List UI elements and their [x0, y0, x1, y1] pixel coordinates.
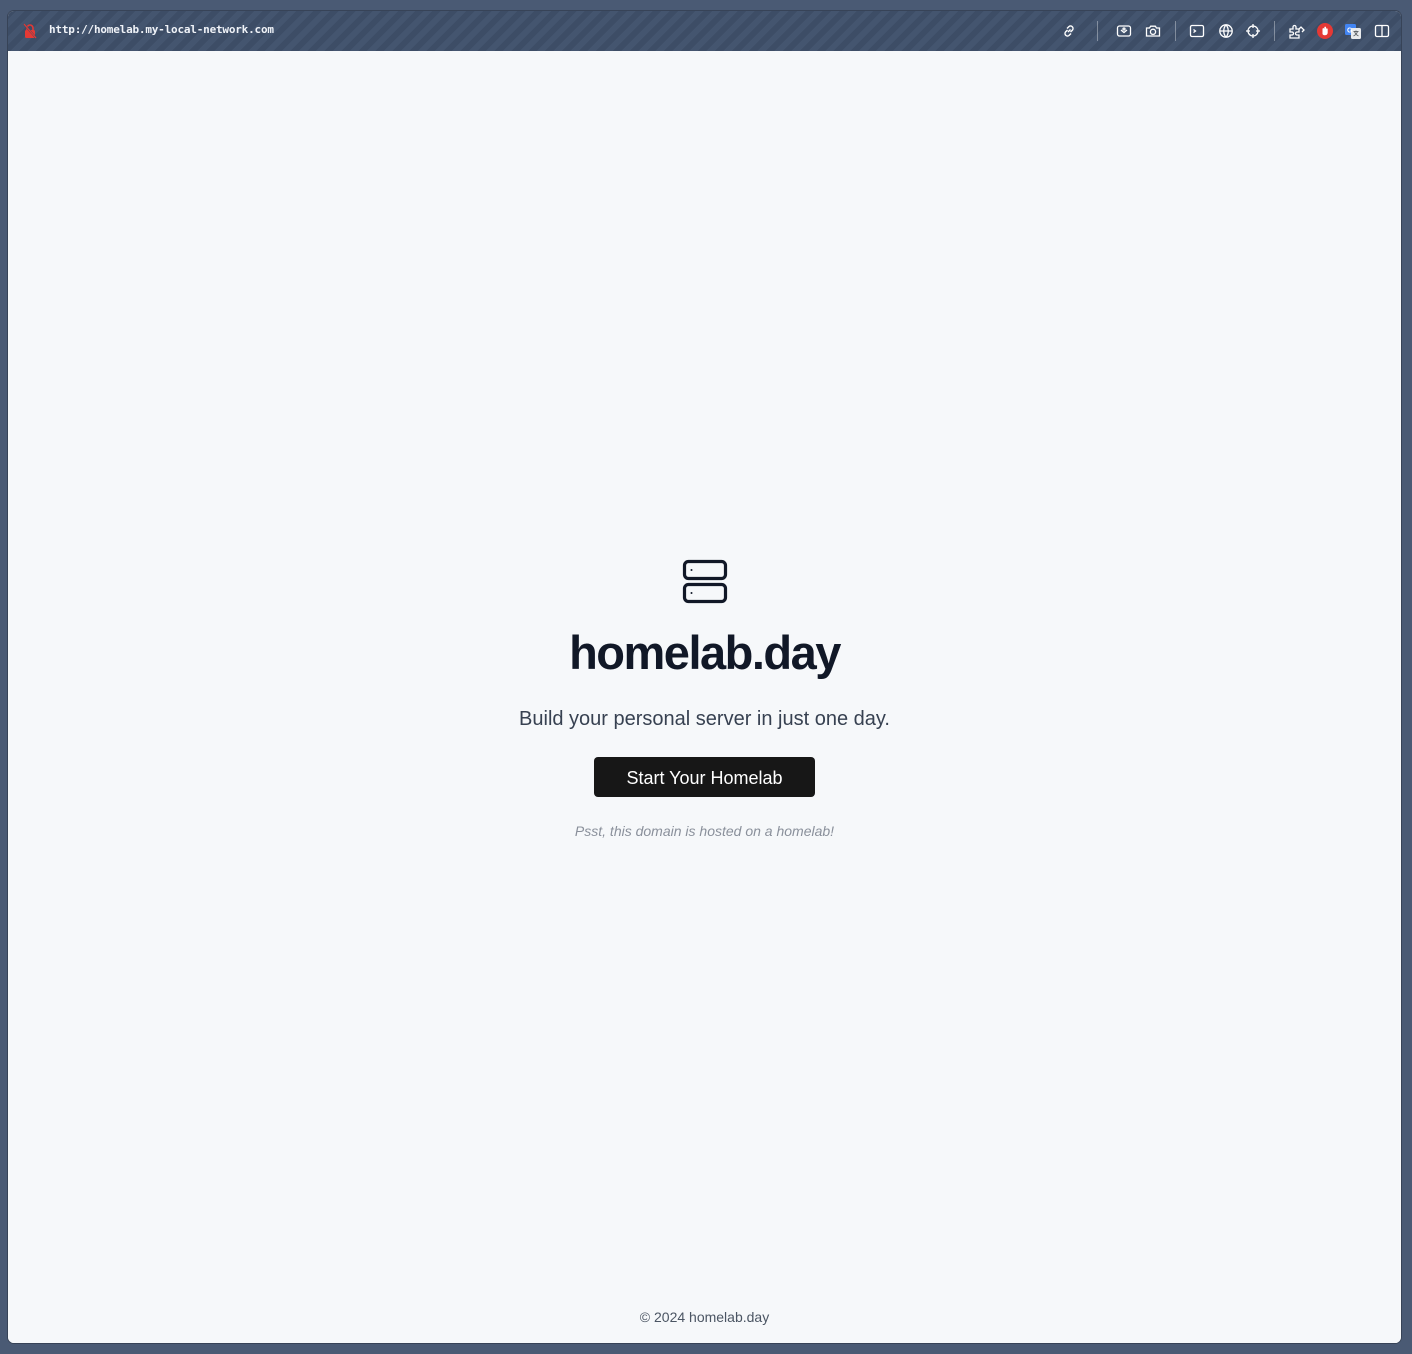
browser-window: http://homelab.my-local-network.com G ho…: [8, 11, 1401, 1343]
crosshair-icon[interactable]: [1244, 22, 1262, 40]
ublock-icon[interactable]: [1316, 22, 1334, 40]
start-homelab-button[interactable]: Start Your Homelab: [594, 757, 815, 797]
extensions-icon[interactable]: [1288, 22, 1306, 40]
server-icon: [682, 559, 727, 604]
svg-text:G: G: [1347, 28, 1353, 35]
globe-icon[interactable]: [1217, 22, 1235, 40]
toolbar-divider: [1274, 21, 1275, 41]
tagline: Build your personal server in just one d…: [519, 708, 890, 730]
terminal-icon[interactable]: [1188, 22, 1206, 40]
sidebar-toggle-icon[interactable]: [1373, 22, 1391, 40]
translate-icon[interactable]: G: [1344, 22, 1362, 40]
hero-section: homelab.day Build your personal server i…: [8, 559, 1401, 839]
screenshot-icon[interactable]: [1115, 22, 1133, 40]
footer-copyright: © 2024 homelab.day: [639, 1309, 770, 1325]
address-bar-url[interactable]: http://homelab.my-local-network.com: [49, 23, 274, 36]
hosting-note: Psst, this domain is hosted on a homelab…: [574, 823, 835, 839]
browser-toolbar: http://homelab.my-local-network.com G: [8, 11, 1401, 51]
toolbar-divider: [1175, 21, 1176, 41]
page-title: homelab.day: [569, 626, 841, 679]
toolbar-divider: [1097, 21, 1098, 41]
page-content: homelab.day Build your personal server i…: [8, 51, 1401, 1343]
insecure-lock-icon[interactable]: [23, 23, 37, 39]
link-icon[interactable]: [1060, 22, 1078, 40]
camera-icon[interactable]: [1144, 22, 1162, 40]
